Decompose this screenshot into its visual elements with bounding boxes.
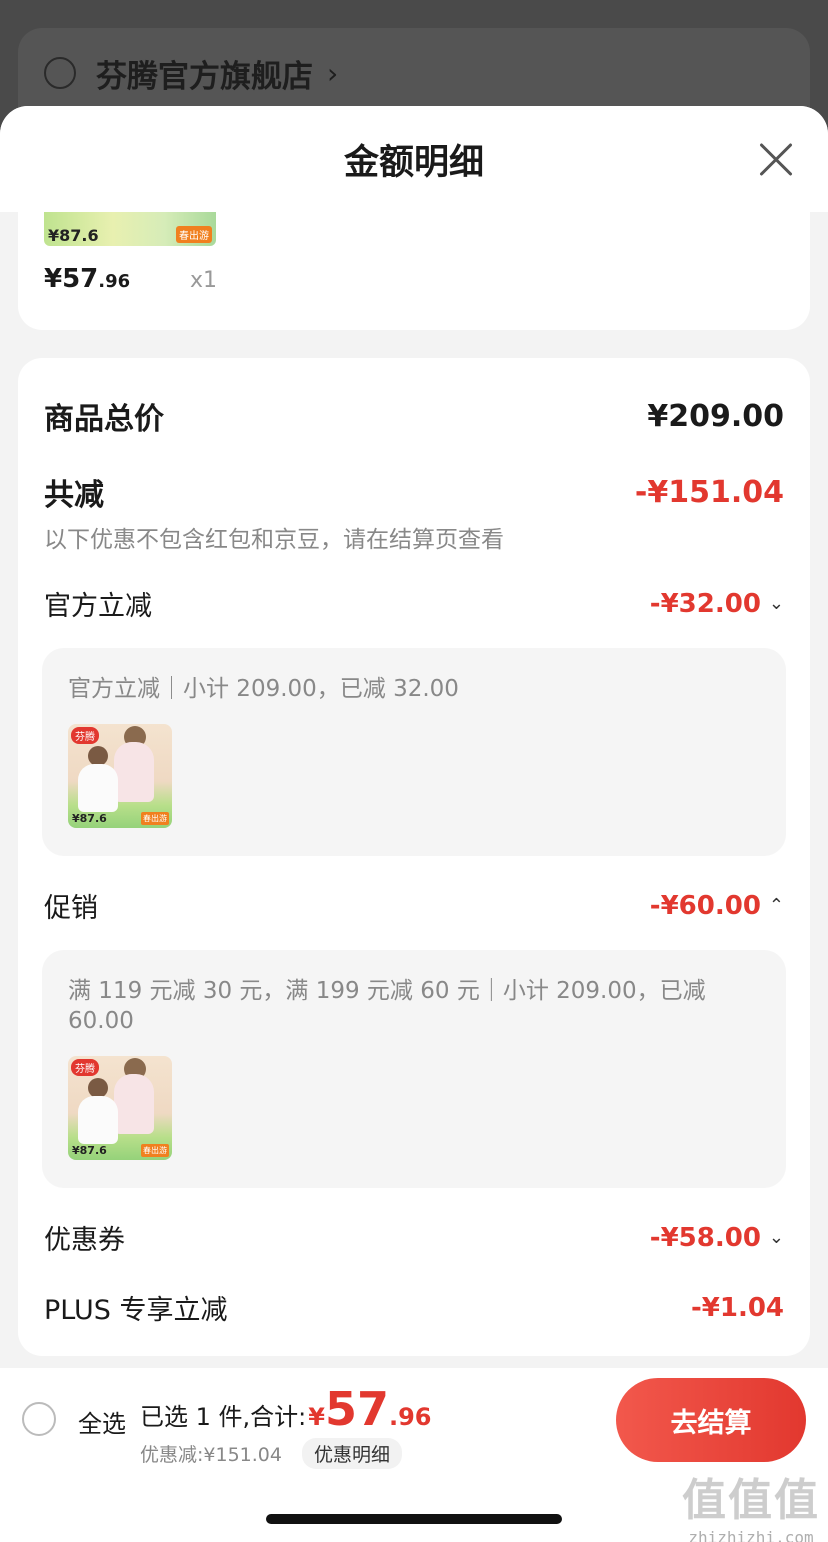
promotion-row[interactable]: 促销 -¥60.00 ⌃ [44, 886, 784, 925]
store-header: 芬腾官方旗舰店 › [18, 28, 810, 118]
item-price: ¥57.96 [44, 264, 131, 294]
promotion-label: 促销 [44, 893, 98, 924]
chevron-down-icon: ⌄ [768, 593, 784, 614]
total-reduction-value: -¥151.04 [634, 474, 784, 510]
product-thumbnail[interactable]: 芬腾 ¥87.6 春出游 [68, 1056, 172, 1160]
official-discount-value: -¥32.00 ⌄ [649, 588, 784, 619]
coupon-label: 优惠券 [44, 1225, 125, 1256]
official-discount-row[interactable]: 官方立减 -¥32.00 ⌄ [44, 584, 784, 623]
official-discount-label: 官方立减 [44, 591, 152, 622]
chevron-right-icon: › [327, 56, 339, 90]
plus-discount-row: PLUS 专享立减 -¥1.04 [44, 1288, 784, 1327]
watermark-url: zhizhizhi.com [688, 1528, 814, 1542]
total-decimal: .96 [388, 1403, 432, 1431]
brand-logo: 芬腾 [71, 1059, 99, 1076]
product-thumbnail[interactable]: ¥87.6 春出游 [44, 212, 216, 246]
watermark: 值值值 zhizhizhi.com [682, 1464, 820, 1542]
checkout-button[interactable]: 去结算 [616, 1378, 806, 1462]
price-breakdown-card: 商品总价 ¥209.00 共减 -¥151.04 以下优惠不包含红包和京豆，请在… [18, 358, 810, 1356]
amount-detail-sheet: 金额明细 ¥87.6 春出游 ¥57.96 x1 商品总价 ¥209.00 共减… [0, 106, 828, 1368]
total-price-label: 商品总价 [44, 402, 164, 437]
total-reduction-label: 共减 [44, 478, 104, 513]
thumbnail-price: ¥87.6 [48, 226, 99, 245]
chevron-up-icon: ⌃ [768, 895, 784, 916]
total-price-row: 商品总价 ¥209.00 [44, 394, 784, 438]
promotion-detail: 满 119 元减 30 元，满 199 元减 60 元｜小计 209.00，已减… [42, 950, 786, 1188]
total-currency: ¥ [308, 1403, 325, 1431]
product-item-card: ¥87.6 春出游 ¥57.96 x1 [18, 212, 810, 330]
order-total: 已选 1 件,合计: ¥ 57 .96 [140, 1382, 431, 1436]
plus-discount-label: PLUS 专享立减 [44, 1295, 228, 1326]
store-select-radio[interactable] [44, 57, 76, 89]
thumbnail-price: ¥87.6 [72, 1144, 107, 1157]
reduction-note: 以下优惠不包含红包和京豆，请在结算页查看 [44, 527, 504, 553]
coupon-value: -¥58.00 ⌄ [649, 1222, 784, 1253]
select-all-label[interactable]: 全选 [78, 1404, 126, 1439]
brand-logo: 芬腾 [71, 727, 99, 744]
product-thumbnail[interactable]: 芬腾 ¥87.6 春出游 [68, 724, 172, 828]
home-indicator[interactable] [266, 1514, 562, 1524]
thumbnail-price: ¥87.6 [72, 812, 107, 825]
sheet-header: 金额明细 [0, 106, 828, 212]
thumbnail-tag: 春出游 [141, 1144, 169, 1157]
close-icon[interactable] [758, 142, 792, 176]
thumbnail-tag: 春出游 [141, 812, 169, 825]
promotion-detail-text: 满 119 元减 30 元，满 199 元减 60 元｜小计 209.00，已减… [68, 978, 706, 1034]
discount-detail-link[interactable]: 优惠明细 [302, 1438, 403, 1469]
store-name[interactable]: 芬腾官方旗舰店 [96, 51, 313, 96]
official-discount-detail: 官方立减｜小计 209.00，已减 32.00 芬腾 ¥87.6 春出游 [42, 648, 786, 856]
promotion-value: -¥60.00 ⌃ [649, 890, 784, 921]
plus-discount-value: -¥1.04 [690, 1292, 784, 1323]
selected-count-text: 已选 1 件,合计: [140, 1403, 307, 1431]
coupon-row[interactable]: 优惠券 -¥58.00 ⌄ [44, 1218, 784, 1257]
item-quantity: x1 [190, 268, 218, 293]
sheet-title: 金额明细 [343, 142, 484, 183]
checkout-bar: 全选 已选 1 件,合计: ¥ 57 .96 优惠减:¥151.04 优惠明细 … [0, 1368, 828, 1542]
discount-summary: 优惠减:¥151.04 [140, 1444, 282, 1466]
chevron-down-icon: ⌄ [768, 1227, 784, 1248]
select-all-radio[interactable] [22, 1402, 56, 1436]
total-reduction-row: 共减 -¥151.04 [44, 470, 784, 514]
watermark-logo: 值值值 [682, 1475, 820, 1526]
thumbnail-tag: 春出游 [176, 226, 212, 243]
total-price-value: ¥209.00 [647, 398, 784, 434]
official-discount-detail-text: 官方立减｜小计 209.00，已减 32.00 [68, 676, 459, 702]
total-integer: 57 [324, 1382, 389, 1436]
